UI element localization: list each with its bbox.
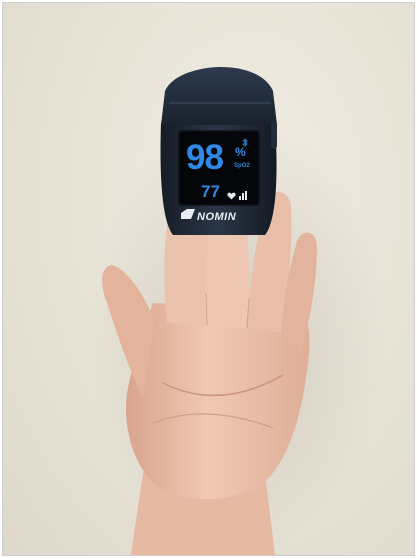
pulse-reading: 77 (201, 182, 220, 201)
svg-text:NOMIN: NOMIN (197, 211, 237, 223)
signal-bars-icon (239, 187, 247, 200)
bluetooth-icon (242, 134, 248, 148)
power-button (271, 121, 277, 149)
device-cap (161, 67, 277, 125)
spo2-reading: 98 (186, 138, 224, 177)
heart-icon (227, 187, 236, 200)
photo-frame: NOMIN 98 % SpO2 77 (2, 2, 415, 556)
photo-scene: NOMIN (88, 67, 388, 555)
spo2-unit: % (235, 145, 246, 159)
spo2-label: SpO2 (234, 163, 250, 169)
